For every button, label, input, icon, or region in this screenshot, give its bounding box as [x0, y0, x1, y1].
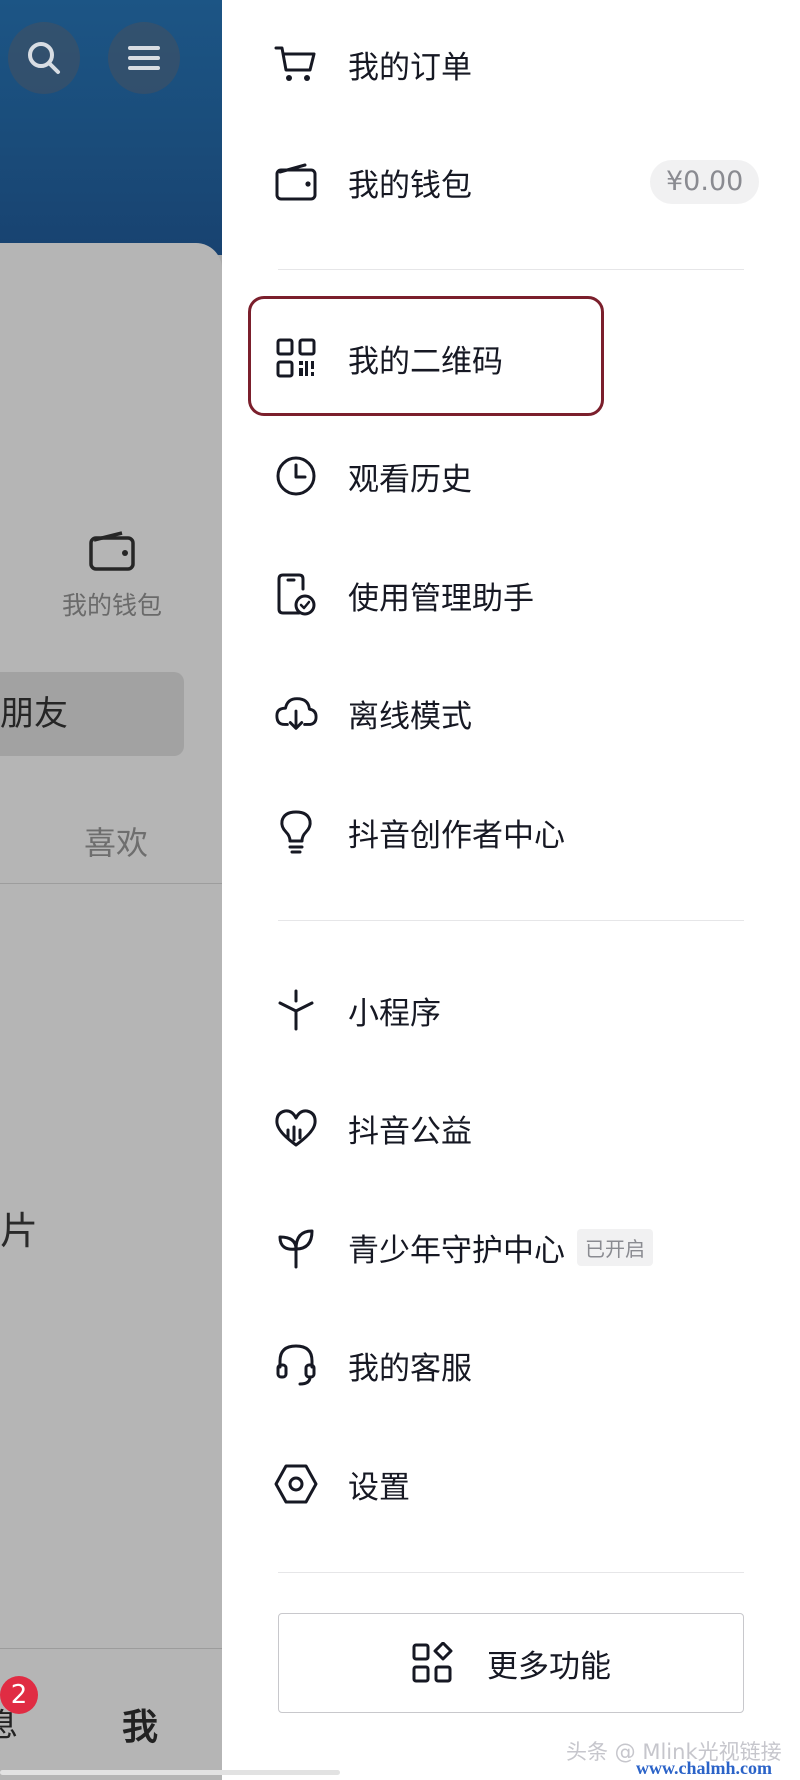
- menu-item-qrcode[interactable]: 我的二维码: [274, 318, 503, 398]
- search-button[interactable]: [8, 22, 80, 94]
- cart-icon: [274, 42, 318, 86]
- menu-item-label: 抖音公益: [348, 1113, 472, 1150]
- home-indicator[interactable]: [0, 1770, 340, 1775]
- notification-badge: 2: [0, 1676, 38, 1714]
- menu-item-offline[interactable]: 离线模式: [274, 673, 472, 753]
- profile-card: [0, 243, 222, 1780]
- wallet-balance-badge: ¥0.00: [650, 160, 760, 204]
- cloud-download-icon: [274, 691, 318, 735]
- menu-item-label: 我的订单: [348, 49, 472, 86]
- menu-item-settings[interactable]: 设置: [274, 1444, 410, 1524]
- heart-icon: [274, 1106, 318, 1150]
- tab-me[interactable]: 我: [122, 1698, 158, 1750]
- wallet-shortcut[interactable]: 我的钱包: [52, 530, 172, 622]
- section-divider: [278, 1572, 744, 1573]
- menu-item-miniapps[interactable]: 小程序: [274, 970, 441, 1050]
- bottom-nav-divider: [0, 1648, 222, 1649]
- menu-item-label: 小程序: [348, 995, 441, 1032]
- menu-item-charity[interactable]: 抖音公益: [274, 1088, 472, 1168]
- phone-check-icon: [274, 573, 318, 617]
- lightbulb-icon: [274, 810, 318, 854]
- qrcode-icon: [274, 336, 318, 380]
- status-badge: 已开启: [577, 1228, 653, 1266]
- tab-divider: [0, 883, 222, 884]
- menu-item-label: 设置: [348, 1469, 410, 1506]
- menu-item-label: 抖音创作者中心: [348, 817, 565, 854]
- search-icon: [25, 39, 63, 77]
- profile-page-overlay[interactable]: 我的钱包 朋友 喜欢 片 息 2 我: [0, 0, 222, 1780]
- menu-item-label: 我的钱包: [348, 167, 472, 204]
- menu-icon: [127, 43, 161, 73]
- apps-grid-icon: [411, 1642, 453, 1684]
- settings-hexagon-icon: [274, 1462, 318, 1506]
- menu-button[interactable]: [108, 22, 180, 94]
- tab-likes[interactable]: 喜欢: [84, 818, 148, 864]
- menu-item-wallet[interactable]: 我的钱包: [274, 142, 472, 222]
- menu-item-label: 使用管理助手: [348, 580, 534, 617]
- clock-icon: [274, 454, 318, 498]
- wallet-icon: [88, 530, 136, 572]
- menu-item-youth[interactable]: 青少年守护中心 已开启: [274, 1207, 653, 1287]
- menu-item-label: 我的客服: [348, 1350, 472, 1387]
- menu-item-service[interactable]: 我的客服: [274, 1325, 472, 1405]
- watermark-site: www.chalmh.com: [636, 1758, 772, 1778]
- section-divider: [278, 269, 744, 270]
- section-divider: [278, 920, 744, 921]
- menu-item-label: 离线模式: [348, 698, 472, 735]
- menu-item-creator[interactable]: 抖音创作者中心: [274, 792, 565, 872]
- add-friends-button[interactable]: 朋友: [0, 672, 184, 756]
- menu-item-label: 我的二维码: [348, 343, 503, 380]
- empty-state-text: 片: [0, 1209, 39, 1253]
- more-features-label: 更多功能: [487, 1648, 611, 1685]
- more-features-button[interactable]: 更多功能: [278, 1613, 744, 1713]
- miniapp-icon: [274, 988, 318, 1032]
- wallet-icon: [274, 160, 318, 204]
- wallet-shortcut-label: 我的钱包: [61, 591, 162, 620]
- menu-item-history[interactable]: 观看历史: [274, 436, 472, 516]
- profile-header: [0, 0, 222, 255]
- headset-icon: [274, 1343, 318, 1387]
- menu-item-assistant[interactable]: 使用管理助手: [274, 555, 534, 635]
- menu-item-label: 观看历史: [348, 461, 472, 498]
- menu-item-orders[interactable]: 我的订单: [274, 24, 472, 104]
- sprout-icon: [274, 1225, 318, 1269]
- menu-item-label: 青少年守护中心: [348, 1232, 565, 1269]
- side-drawer: 我的订单 我的钱包 ¥0.00 我的二维码 观看历史 使用管理助手 离线模式 抖…: [222, 0, 800, 1780]
